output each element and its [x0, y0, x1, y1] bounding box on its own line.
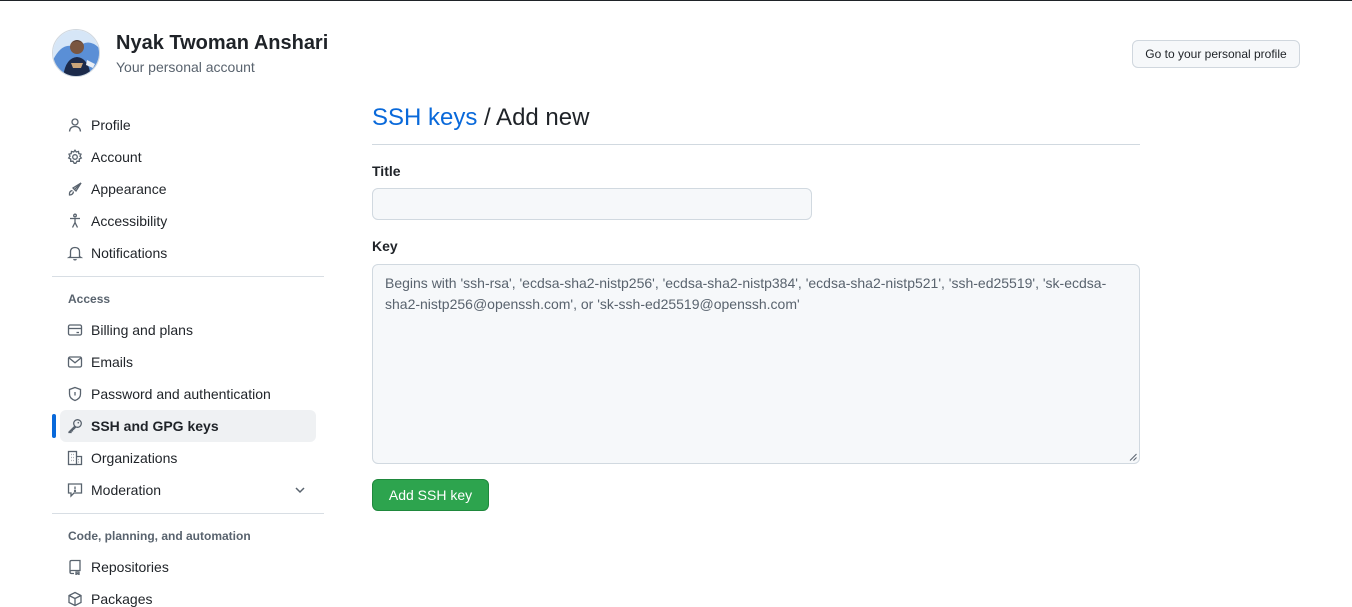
sidebar-item-label: Profile — [91, 117, 131, 133]
sidebar-item-label: SSH and GPG keys — [91, 418, 219, 434]
gear-icon — [67, 149, 83, 165]
bell-icon — [67, 245, 83, 261]
sidebar-item-label: Packages — [91, 591, 153, 607]
sidebar-item-emails[interactable]: Emails — [60, 346, 316, 378]
sidebar-item-profile[interactable]: Profile — [60, 109, 316, 141]
paintbrush-icon — [67, 181, 83, 197]
sidebar-item-label: Account — [91, 149, 142, 165]
sidebar-item-notifications[interactable]: Notifications — [60, 237, 316, 269]
avatar[interactable] — [52, 29, 100, 77]
key-placeholder: Begins with 'ssh-rsa', 'ecdsa-sha2-nistp… — [385, 275, 1107, 312]
page-title-suffix: / Add new — [477, 104, 590, 131]
sidebar-item-label: Appearance — [91, 181, 167, 197]
sidebar-item-label: Repositories — [91, 559, 169, 575]
settings-sidebar: Profile Account Appearance Accessibility… — [52, 109, 324, 607]
add-ssh-key-button[interactable]: Add SSH key — [372, 479, 489, 511]
account-name: Nyak Twoman Anshari — [116, 31, 329, 54]
sidebar-item-repositories[interactable]: Repositories — [60, 551, 316, 583]
repo-icon — [67, 559, 83, 575]
accessibility-icon — [67, 213, 83, 229]
key-icon — [67, 418, 83, 434]
sidebar-section-access: Access — [68, 292, 111, 306]
sidebar-item-moderation[interactable]: Moderation — [60, 474, 316, 506]
shield-lock-icon — [67, 386, 83, 402]
sidebar-divider — [52, 276, 324, 277]
page-title: SSH keys / Add new — [372, 100, 1140, 145]
top-border — [0, 0, 1352, 1]
package-icon — [67, 591, 83, 607]
sidebar-item-label: Organizations — [91, 450, 178, 466]
sidebar-item-accessibility[interactable]: Accessibility — [60, 205, 316, 237]
sidebar-item-label: Notifications — [91, 245, 168, 261]
sidebar-item-label: Moderation — [91, 482, 162, 498]
person-icon — [67, 117, 83, 133]
sidebar-item-ssh-gpg-keys[interactable]: SSH and GPG keys — [52, 410, 316, 442]
account-subtitle: Your personal account — [116, 58, 255, 75]
sidebar-divider — [52, 513, 324, 514]
resize-handle-icon[interactable] — [1129, 453, 1137, 461]
sidebar-item-password[interactable]: Password and authentication — [60, 378, 316, 410]
account-header: Nyak Twoman Anshari Your personal accoun… — [52, 29, 328, 77]
key-textarea[interactable]: Begins with 'ssh-rsa', 'ecdsa-sha2-nistp… — [372, 264, 1140, 464]
credit-card-icon — [67, 322, 83, 338]
title-input[interactable] — [372, 188, 812, 220]
sidebar-item-account[interactable]: Account — [60, 141, 316, 173]
go-to-profile-button[interactable]: Go to your personal profile — [1132, 40, 1300, 68]
report-icon — [67, 482, 83, 498]
sidebar-item-label: Emails — [91, 354, 134, 370]
breadcrumb-ssh-keys-link[interactable]: SSH keys — [372, 104, 477, 131]
sidebar-item-label: Billing and plans — [91, 322, 193, 338]
main-content: SSH keys / Add new Title Key Begins with… — [372, 100, 1140, 511]
sidebar-item-label: Accessibility — [91, 213, 168, 229]
sidebar-section-code: Code, planning, and automation — [68, 529, 251, 543]
sidebar-item-label: Password and authentication — [91, 386, 271, 402]
sidebar-item-packages[interactable]: Packages — [60, 583, 316, 607]
chevron-down-icon[interactable] — [292, 482, 308, 498]
sidebar-item-organizations[interactable]: Organizations — [60, 442, 316, 474]
sidebar-item-appearance[interactable]: Appearance — [60, 173, 316, 205]
title-label: Title — [372, 163, 401, 179]
mail-icon — [67, 354, 83, 370]
sidebar-item-billing[interactable]: Billing and plans — [60, 314, 316, 346]
key-label: Key — [372, 238, 398, 254]
organization-icon — [67, 450, 83, 466]
